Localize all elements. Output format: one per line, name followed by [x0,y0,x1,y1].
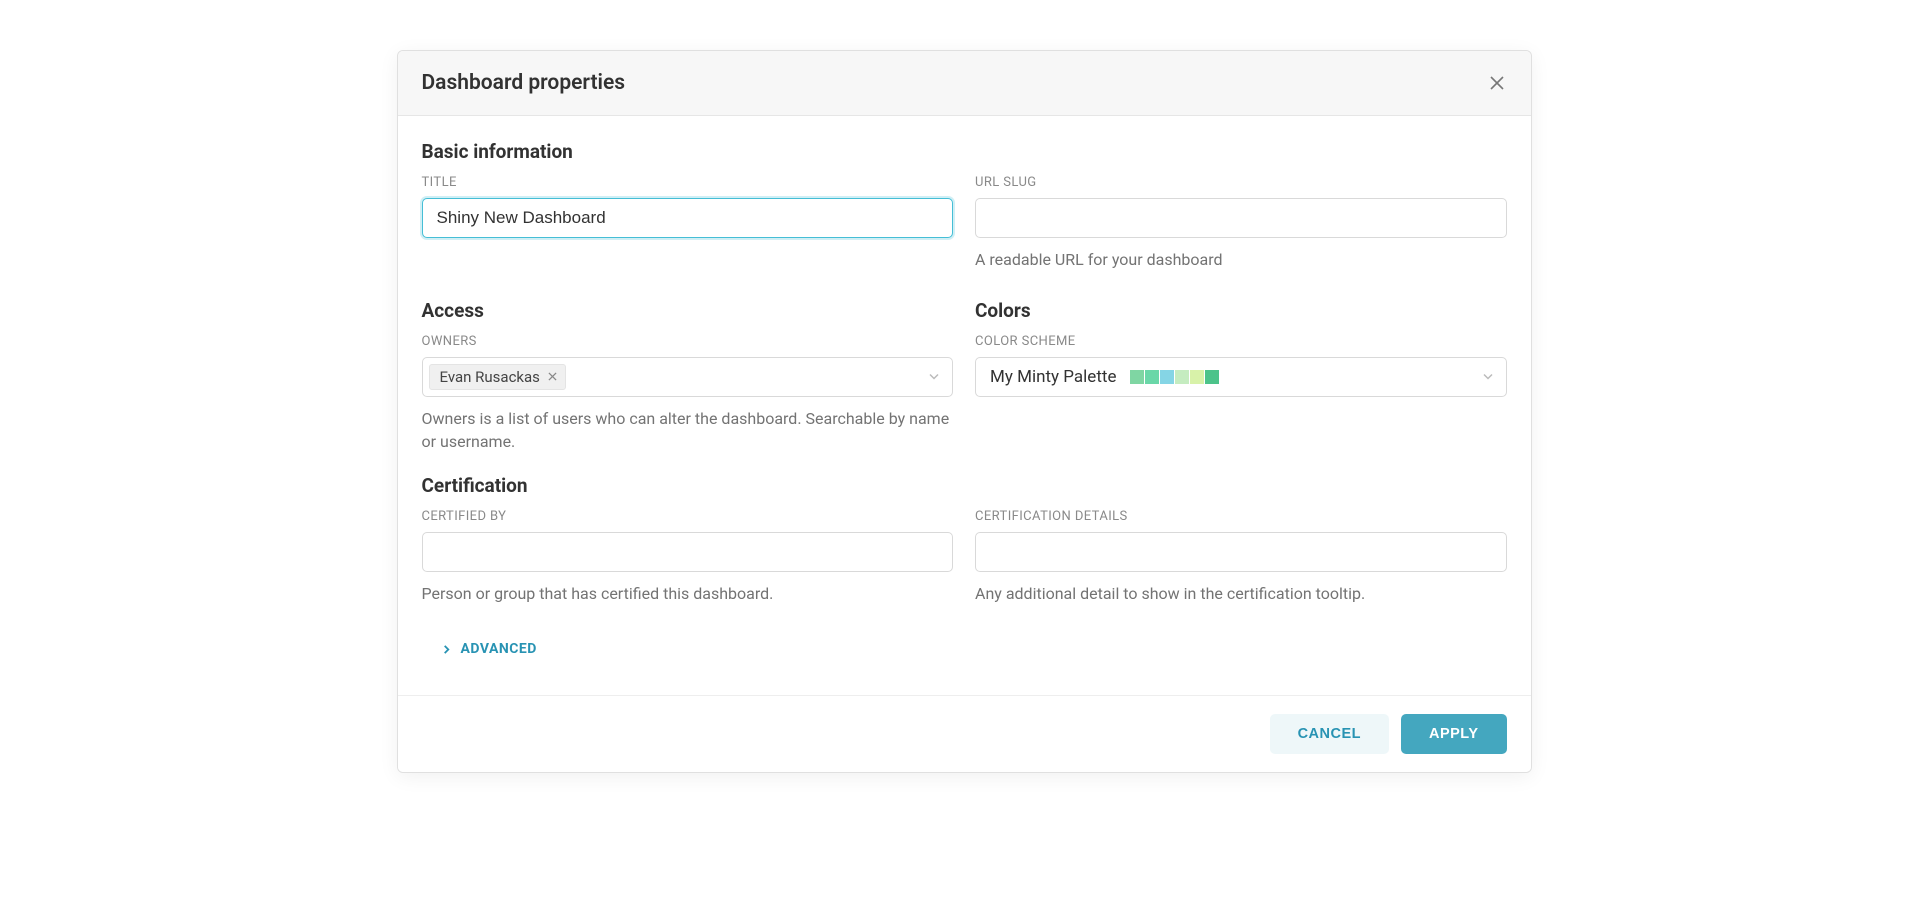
dashboard-properties-modal: Dashboard properties Basic information T… [397,50,1532,773]
cancel-button[interactable]: CANCEL [1270,714,1389,754]
owner-tag-remove[interactable] [548,370,557,385]
close-icon [548,372,557,381]
owner-tag-label: Evan Rusackas [440,368,540,386]
section-title-access: Access [422,299,954,322]
color-swatch [1160,370,1174,384]
label-certification-details: CERTIFICATION DETAILS [975,509,1507,524]
field-title: TITLE [422,175,954,271]
modal-footer: CANCEL APPLY [398,695,1531,772]
label-color-scheme: COLOR SCHEME [975,334,1507,349]
apply-button[interactable]: APPLY [1401,714,1507,754]
color-swatch [1145,370,1159,384]
section-title-certification: Certification [422,474,1507,497]
close-button[interactable] [1487,73,1507,93]
color-swatch [1175,370,1189,384]
close-icon [1489,75,1505,91]
field-certified-by: CERTIFIED BY Person or group that has ce… [422,509,954,605]
modal-body: Basic information TITLE URL SLUG A reada… [398,116,1531,695]
advanced-label: ADVANCED [461,641,537,657]
chevron-down-icon [928,368,940,387]
color-swatch [1190,370,1204,384]
section-colors: Colors COLOR SCHEME My Minty Palette [975,299,1507,453]
section-access: Access OWNERS Evan Rusackas [422,299,954,453]
label-title: TITLE [422,175,954,190]
color-scheme-select[interactable]: My Minty Palette [975,357,1507,397]
title-input[interactable] [422,198,954,238]
owner-tag: Evan Rusackas [429,364,566,390]
label-owners: OWNERS [422,334,954,349]
advanced-toggle[interactable]: ADVANCED [422,633,549,665]
chevron-right-icon [442,642,451,658]
section-title-basic: Basic information [422,140,1507,163]
label-url-slug: URL SLUG [975,175,1507,190]
section-title-colors: Colors [975,299,1507,322]
color-swatch [1205,370,1219,384]
modal-title: Dashboard properties [422,71,626,95]
color-swatch [1130,370,1144,384]
color-swatches [1130,370,1219,384]
color-scheme-name: My Minty Palette [990,367,1116,387]
help-owners: Owners is a list of users who can alter … [422,407,954,453]
modal-header: Dashboard properties [398,51,1531,116]
label-certified-by: CERTIFIED BY [422,509,954,524]
owners-select[interactable]: Evan Rusackas [422,357,954,397]
help-certification-details: Any additional detail to show in the cer… [975,582,1507,605]
url-slug-input[interactable] [975,198,1507,238]
help-certified-by: Person or group that has certified this … [422,582,954,605]
row-basic: TITLE URL SLUG A readable URL for your d… [422,175,1507,271]
chevron-down-icon [1482,368,1494,387]
certification-details-input[interactable] [975,532,1507,572]
row-certification: CERTIFIED BY Person or group that has ce… [422,509,1507,605]
field-certification-details: CERTIFICATION DETAILS Any additional det… [975,509,1507,605]
field-url-slug: URL SLUG A readable URL for your dashboa… [975,175,1507,271]
help-url-slug: A readable URL for your dashboard [975,248,1507,271]
certified-by-input[interactable] [422,532,954,572]
row-access-colors: Access OWNERS Evan Rusackas [422,299,1507,453]
